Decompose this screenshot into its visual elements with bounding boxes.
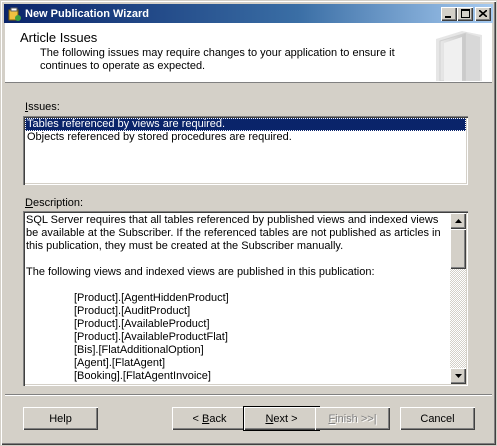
wizard-icon [6,6,22,22]
description-paragraph: SQL Server requires that all tables refe… [26,214,441,252]
description-textbox[interactable]: SQL Server requires that all tables refe… [23,211,468,386]
window-title: New Publication Wizard [25,7,149,20]
title-bar[interactable]: New Publication Wizard [4,4,493,23]
book-pages-icon [432,25,484,82]
page-subtitle: The following issues may require changes… [40,47,395,72]
maximize-button[interactable] [457,6,473,21]
object-list: [Product].[AgentHiddenProduct] [Product]… [26,292,448,383]
help-button[interactable]: Help [23,407,98,430]
list-item: [Bis].[FlatAdditionalOption] [74,344,204,356]
list-item: [Agent].[FlatAgent] [74,357,166,369]
page-title: Article Issues [20,30,98,45]
issues-label: Issues: [25,101,60,113]
close-button[interactable] [475,6,491,21]
next-button[interactable]: Next > [244,407,319,430]
minimize-button[interactable] [441,6,457,21]
list-item[interactable]: Tables referenced by views are required. [25,118,466,131]
list-item: [Product].[AuditProduct] [74,305,191,317]
scroll-down-arrow-icon[interactable] [450,368,466,384]
issues-listbox[interactable]: Tables referenced by views are required.… [23,116,468,185]
finish-button[interactable]: Finish >>| [315,407,390,430]
bottom-divider [5,394,492,396]
list-item: [Product].[AvailableProductFlat] [74,331,228,343]
vertical-scrollbar[interactable] [450,213,466,384]
cancel-button[interactable]: Cancel [400,407,475,430]
description-paragraph: The following views and indexed views ar… [26,266,375,278]
scroll-thumb[interactable] [450,229,466,269]
list-item: [Booking].[FlatAgentInvoice] [74,370,211,382]
wizard-window: New Publication Wizard Article Issues Th… [0,0,497,446]
scroll-up-arrow-icon[interactable] [450,213,466,229]
description-content: SQL Server requires that all tables refe… [26,214,448,383]
back-button[interactable]: < Back [172,407,247,430]
wizard-header: Article Issues The following issues may … [5,23,492,83]
list-item: [Product].[AvailableProduct] [74,318,210,330]
list-item[interactable]: Objects referenced by stored procedures … [25,131,466,144]
list-item: [Product].[AgentHiddenProduct] [74,292,229,304]
description-label: Description: [25,197,84,209]
